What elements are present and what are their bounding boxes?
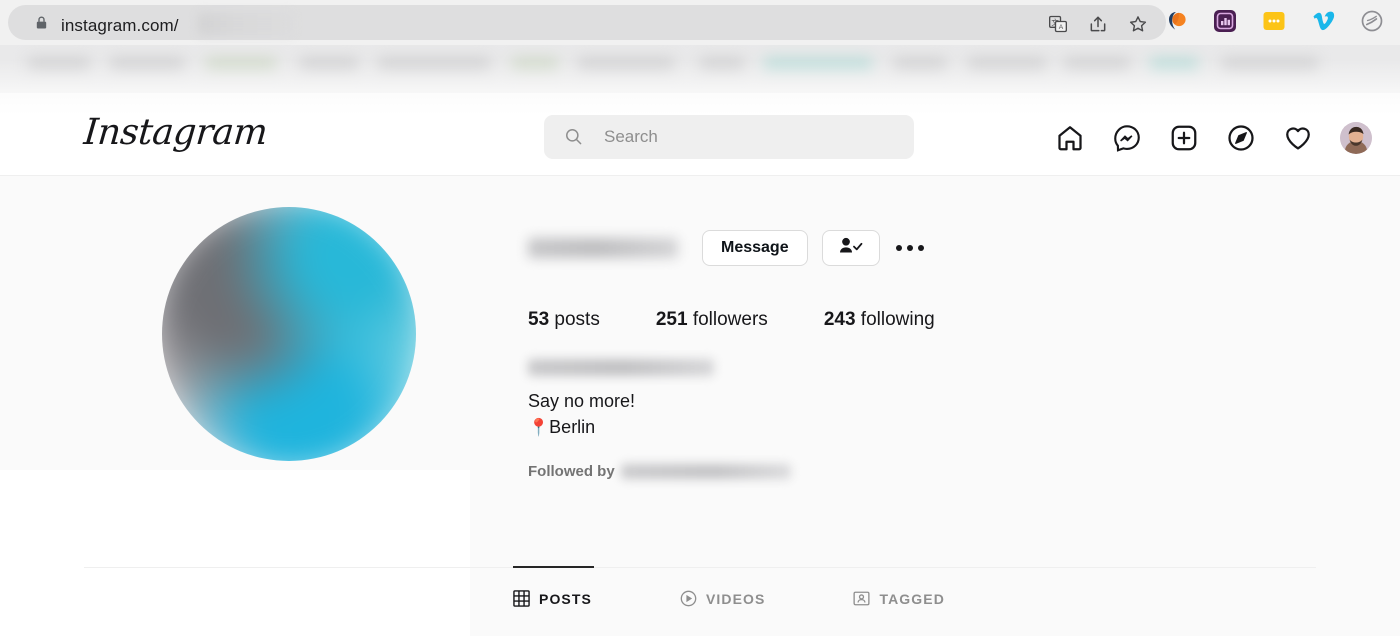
profile-display-name — [528, 359, 714, 376]
profile-title-row: Message — [528, 225, 1228, 271]
page-white-area — [0, 470, 470, 636]
url-redacted-path — [198, 13, 293, 35]
home-icon[interactable] — [1055, 123, 1085, 153]
address-bar[interactable]: instagram.com/ 文 A — [8, 5, 1166, 40]
vimeo-extension-icon[interactable] — [1310, 8, 1336, 34]
tab-posts[interactable]: POSTS — [513, 590, 592, 607]
svg-text:A: A — [1059, 24, 1064, 31]
stat-followers-value: 251 — [655, 309, 688, 330]
active-tab-indicator — [513, 566, 594, 568]
url-text: instagram.com/ — [61, 16, 179, 35]
explore-compass-icon[interactable] — [1226, 123, 1256, 153]
bio-line-1: Say no more! — [528, 391, 636, 411]
bookmark-star-icon[interactable] — [1128, 14, 1148, 34]
navbar-actions — [1055, 115, 1372, 161]
stat-posts[interactable]: 53 posts — [528, 309, 600, 331]
play-circle-icon — [680, 590, 697, 607]
profile-bio: Say no more! 📍Berlin — [528, 359, 1228, 441]
translate-icon[interactable]: 文 A — [1048, 14, 1068, 34]
followed-by-names — [620, 463, 791, 479]
stat-posts-label: posts — [554, 309, 600, 330]
activity-heart-icon[interactable] — [1283, 123, 1313, 153]
tabs-divider — [84, 567, 1316, 568]
tagged-person-icon — [853, 590, 871, 607]
profile-picture[interactable] — [162, 207, 416, 461]
share-icon[interactable] — [1088, 14, 1108, 34]
more-options-icon[interactable] — [890, 230, 930, 266]
browser-extensions — [1163, 8, 1385, 34]
bio-location-text: Berlin — [549, 417, 596, 438]
tab-videos-label: VIDEOS — [705, 590, 766, 607]
analytics-extension-icon[interactable] — [1212, 8, 1238, 34]
browser-chrome: instagram.com/ 文 A — [0, 0, 1400, 45]
create-post-icon[interactable] — [1169, 123, 1199, 153]
adblock-extension-icon[interactable] — [1359, 8, 1385, 34]
stat-posts-value: 53 — [528, 309, 550, 330]
tab-posts-label: POSTS — [539, 590, 592, 607]
notes-extension-icon[interactable] — [1261, 8, 1287, 34]
bio-location: 📍Berlin — [528, 414, 1228, 441]
profile-stats: 53 posts 251 followers 243 following — [528, 309, 1228, 331]
bookmarks-bar[interactable] — [0, 45, 1400, 93]
bookmarks-blurred-items — [0, 45, 1400, 93]
location-pin-icon: 📍 — [528, 418, 550, 438]
profile-avatar[interactable] — [1340, 122, 1372, 154]
search-input[interactable]: Search — [544, 115, 914, 159]
profile-username — [528, 238, 678, 258]
profile-tabs: POSTS VIDEOS TAGGED — [513, 590, 945, 607]
tab-tagged[interactable]: TAGGED — [853, 590, 944, 607]
followed-by[interactable]: Followed by — [528, 463, 1228, 480]
stat-followers-label: followers — [692, 309, 768, 330]
search-placeholder: Search — [604, 127, 658, 146]
omnibox-actions: 文 A — [1048, 14, 1148, 34]
messenger-icon[interactable] — [1112, 123, 1142, 153]
message-button[interactable]: Message — [702, 230, 808, 266]
profile-details: Message 53 posts 251 followers 243 follo… — [528, 225, 1228, 480]
grid-icon — [513, 590, 530, 607]
stat-following-value: 243 — [823, 309, 856, 330]
following-button[interactable] — [821, 230, 880, 266]
stat-following-label: following — [860, 309, 935, 330]
lock-icon — [34, 15, 49, 30]
instagram-profile-page: instagram.com/ 文 A — [0, 0, 1400, 636]
tab-videos[interactable]: VIDEOS — [680, 590, 766, 607]
stat-following[interactable]: 243 following — [824, 309, 935, 331]
tab-tagged-label: TAGGED — [879, 590, 945, 607]
stat-followers[interactable]: 251 followers — [656, 309, 768, 331]
profile-picture-blurred — [162, 207, 416, 461]
search-icon — [564, 127, 583, 146]
grammarly-extension-icon[interactable] — [1163, 8, 1189, 34]
person-check-icon — [839, 237, 863, 259]
instagram-logo[interactable]: Instagram — [82, 112, 269, 153]
followed-by-label: Followed by — [528, 462, 615, 480]
